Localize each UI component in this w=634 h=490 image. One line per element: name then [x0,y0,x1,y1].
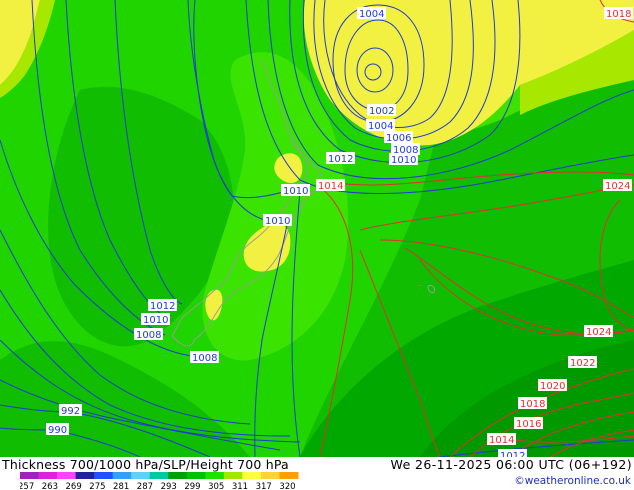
legend-swatch [112,472,132,479]
map-title: Thickness 700/1000 hPa/SLP/Height 700 hP… [2,457,289,472]
isobar-label: 1004 [368,121,393,132]
isobar-label: 1014 [318,181,343,192]
legend-swatch [260,472,280,479]
map-canvas: 1004 1002 1004 1006 1008 1010 1012 1010 … [0,0,634,457]
isobar-label: 1006 [386,133,411,144]
legend-tick-label: 275 [89,482,105,490]
isobar-label: 1016 [516,419,541,430]
legend-tick-label: 311 [232,482,248,490]
isobar-label: 1002 [369,106,394,117]
legend-tick-label: 269 [66,482,82,490]
legend-tick-label: 320 [279,482,295,490]
isobar-label: 992 [61,406,80,417]
legend-tick-label: 293 [161,482,177,490]
isobar-label: 1004 [359,9,384,20]
legend-swatch [149,472,169,479]
isobar-label: 1010 [143,315,168,326]
legend-tick-label: 305 [208,482,224,490]
isobar-label: 1014 [489,435,514,446]
isobar-label: 1022 [570,358,595,369]
legend-tick-label: 317 [256,482,272,490]
legend-swatch [94,472,114,479]
map-footer: Thickness 700/1000 hPa/SLP/Height 700 hP… [0,457,634,490]
isobar-label: 1012 [328,154,353,165]
isobar-label: 1012 [150,301,175,312]
weather-map: 1004 1002 1004 1006 1008 1010 1012 1010 … [0,0,634,457]
legend-swatch [279,472,299,479]
isobar-label: 990 [48,425,67,436]
color-scale-bar: 257 263 269 275 281 287 293 299 305 311 317 320 [20,472,299,490]
isobar-label: 1008 [192,353,217,364]
legend-swatch [57,472,77,479]
legend-tick-label: 281 [113,482,129,490]
legend-swatch [186,472,206,479]
legend-tick-label: 263 [42,482,58,490]
legend-swatch [38,472,58,479]
legend-swatch [168,472,188,479]
legend-swatch [242,472,262,479]
isobar-label: 1010 [283,186,308,197]
legend-tick-label: 299 [184,482,200,490]
isobar-label: 1024 [605,181,630,192]
map-datetime: We 26-11-2025 06:00 UTC (06+192) [390,457,632,472]
legend-swatch [20,472,40,479]
isobar-label: 1008 [136,330,161,341]
isobar-label: 1020 [540,381,565,392]
legend-swatch [75,472,95,479]
legend-tick-label: 287 [137,482,153,490]
isobar-label: 1010 [265,216,290,227]
isobar-label: 1018 [520,399,545,410]
isobar-label: 1010 [391,155,416,166]
legend-swatch [223,472,243,479]
isobar-label: 1024 [586,327,611,338]
credit-link[interactable]: ©weatheronline.co.uk [514,475,631,487]
color-scale-legend: 257 263 269 275 281 287 293 299 305 311 317 320 [20,472,300,490]
legend-swatch [205,472,225,479]
isobar-label: 1018 [606,9,631,20]
legend-tick-label: 257 [20,482,34,490]
legend-swatch [131,472,151,479]
